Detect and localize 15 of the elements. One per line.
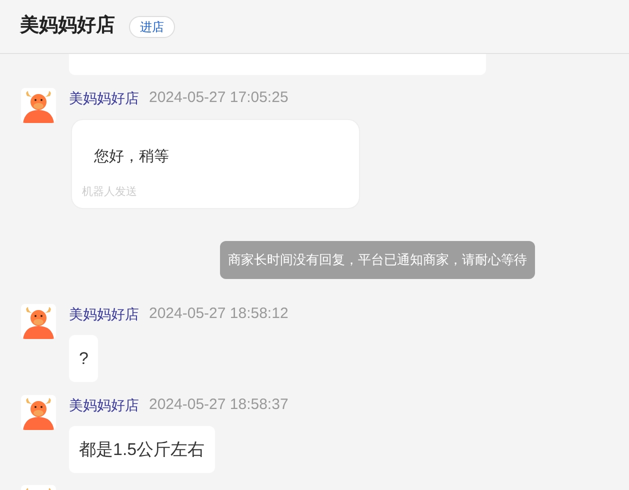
message-text: 您好，稍等 <box>93 147 170 167</box>
shop-avatar <box>21 88 56 123</box>
sender-name: 美妈妈好店 <box>69 305 139 323</box>
shop-avatar <box>21 304 56 339</box>
message-time: 2024-05-27 17:05:25 <box>149 89 288 107</box>
message-time: 2024-05-27 18:58:37 <box>149 396 288 414</box>
message-bubble: 都是1.5公斤左右 <box>69 426 215 473</box>
sender-name: 美妈妈好店 <box>69 396 139 414</box>
system-notice: 商家长时间没有回复，平台已通知商家，请耐心等待 <box>220 241 535 279</box>
shop-avatar <box>21 395 56 430</box>
sender-name: 美妈妈好店 <box>69 89 139 107</box>
message-time: 2024-05-27 18:58:12 <box>149 305 288 323</box>
enter-shop-button[interactable]: 进店 <box>129 16 175 38</box>
shop-title: 美妈妈好店 <box>20 13 115 38</box>
message-bubble: ? <box>69 335 98 382</box>
